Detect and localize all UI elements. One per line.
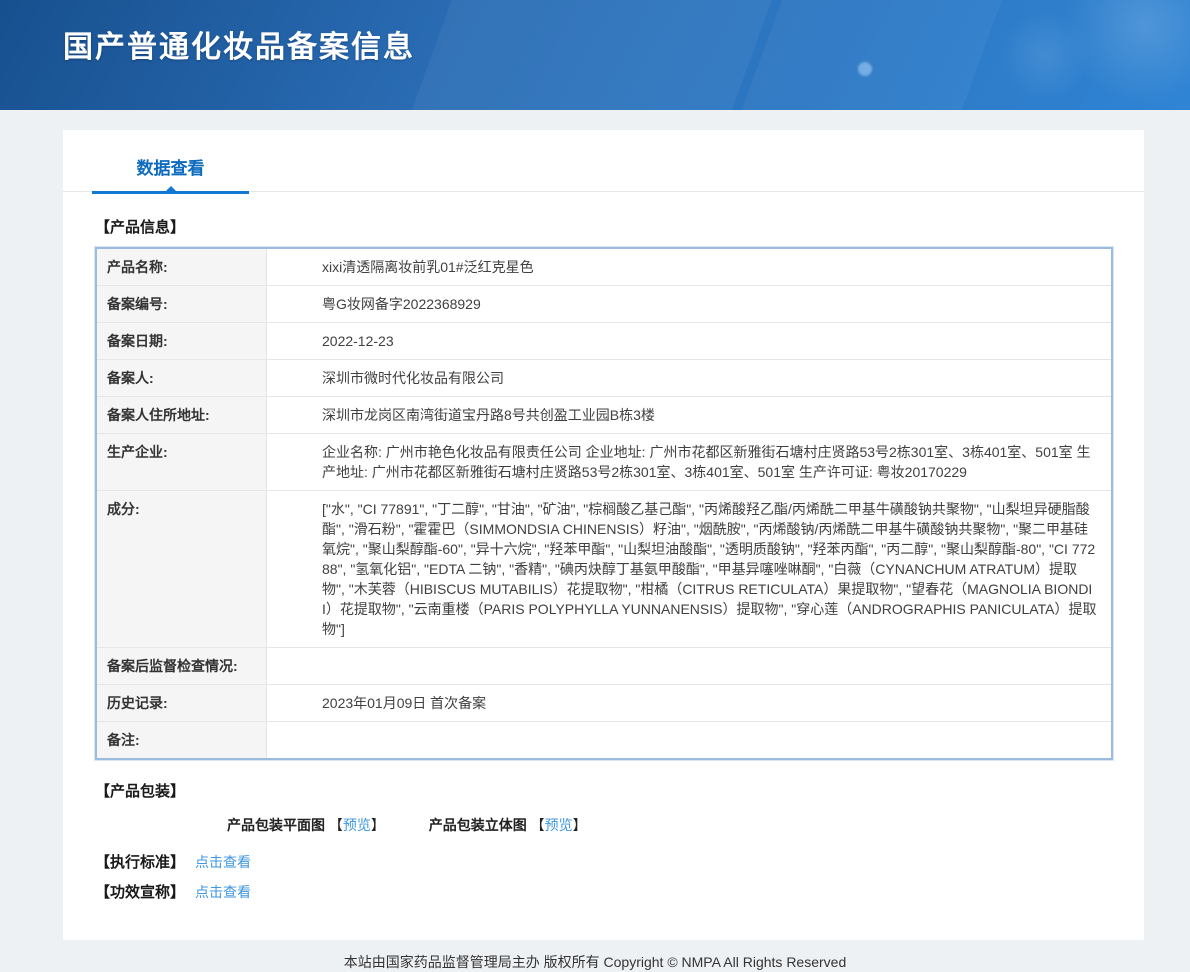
table-row-filer: 备案人: 深圳市微时代化妆品有限公司 [97,360,1111,397]
packaging-stereo-label: 产品包装立体图 [429,817,531,833]
standard-view-link[interactable]: 点击查看 [195,852,251,872]
page-footer: 本站由国家药品监督管理局主办 版权所有 Copyright © NMPA All… [0,940,1190,972]
row-label: 产品名称: [97,249,267,285]
page-title: 国产普通化妆品备案信息 [63,22,415,66]
packaging-flat-label: 产品包装平面图 [227,817,325,833]
tab-active-underline [92,191,249,194]
tab-data-view[interactable]: 数据查看 [92,158,249,192]
page-header-banner: 国产普通化妆品备案信息 [0,0,1190,110]
row-label: 备案编号: [97,286,267,322]
tab-data-view-label: 数据查看 [137,159,205,178]
table-row-filer-address: 备案人住所地址: 深圳市龙岗区南湾街道宝丹路8号共创盈工业园B栋3楼 [97,397,1111,434]
efficacy-row: 【功效宣称】 点击查看 [95,881,1144,902]
efficacy-view-link[interactable]: 点击查看 [195,882,251,902]
copyright-text: 本站由国家药品监督管理局主办 版权所有 Copyright © NMPA All… [344,954,846,970]
product-info-table: 产品名称: xixi清透隔离妆前乳01#泛红克星色 备案编号: 粤G妆网备字20… [95,247,1113,760]
row-value: ["水", "CI 77891", "丁二醇", "甘油", "矿油", "棕榈… [267,491,1111,647]
row-value: 2022-12-23 [267,323,1111,359]
table-row-supervision: 备案后监督检查情况: [97,648,1111,685]
row-label: 备案人: [97,360,267,396]
header-decoration-circle [1000,10,1090,100]
table-row-remarks: 备注: [97,722,1111,758]
header-decoration-polygon [405,0,776,110]
header-decoration-dot [858,62,872,76]
table-row-ingredients: 成分: ["水", "CI 77891", "丁二醇", "甘油", "矿油",… [97,491,1111,648]
row-label: 备注: [97,722,267,758]
row-label: 备案后监督检查情况: [97,648,267,684]
row-label: 历史记录: [97,685,267,721]
packaging-stereo-preview-link[interactable]: 预览 [545,817,573,833]
section-heading-packaging: 【产品包装】 [95,780,1144,801]
tab-bar: 数据查看 [63,130,1144,192]
table-row-product-name: 产品名称: xixi清透隔离妆前乳01#泛红克星色 [97,249,1111,286]
row-value [267,722,1111,758]
section-heading-product-info: 【产品信息】 [95,216,1144,237]
table-row-filing-date: 备案日期: 2022-12-23 [97,323,1111,360]
row-label: 备案人住所地址: [97,397,267,433]
row-label: 备案日期: [97,323,267,359]
section-heading-efficacy: 【功效宣称】 [95,881,185,902]
packaging-flat-group: 产品包装平面图 【预览】 [227,815,385,835]
row-value: 深圳市微时代化妆品有限公司 [267,360,1111,396]
bracket-open: 【 [329,817,343,833]
row-value: 粤G妆网备字2022368929 [267,286,1111,322]
table-row-manufacturer: 生产企业: 企业名称: 广州市艳色化妆品有限责任公司 企业地址: 广州市花都区新… [97,434,1111,491]
bracket-close: 】 [371,817,385,833]
row-value: 2023年01月09日 首次备案 [267,685,1111,721]
row-label: 成分: [97,491,267,647]
standard-row: 【执行标准】 点击查看 [95,851,1144,872]
bracket-close: 】 [573,817,587,833]
table-row-filing-number: 备案编号: 粤G妆网备字2022368929 [97,286,1111,323]
bracket-open: 【 [531,817,545,833]
row-value: 深圳市龙岗区南湾街道宝丹路8号共创盈工业园B栋3楼 [267,397,1111,433]
packaging-row: 产品包装平面图 【预览】 产品包装立体图 【预览】 [227,815,1144,835]
section-heading-standard: 【执行标准】 [95,851,185,872]
row-value [267,648,1111,684]
tab-active-caret-icon [164,186,178,193]
row-value: xixi清透隔离妆前乳01#泛红克星色 [267,249,1111,285]
row-value: 企业名称: 广州市艳色化妆品有限责任公司 企业地址: 广州市花都区新雅街石塘村庄… [267,434,1111,490]
packaging-flat-preview-link[interactable]: 预览 [343,817,371,833]
content-card: 数据查看 【产品信息】 产品名称: xixi清透隔离妆前乳01#泛红克星色 备案… [63,130,1144,940]
row-label: 生产企业: [97,434,267,490]
table-row-history: 历史记录: 2023年01月09日 首次备案 [97,685,1111,722]
header-decoration-polygon [735,0,1006,110]
packaging-stereo-group: 产品包装立体图 【预览】 [429,815,587,835]
